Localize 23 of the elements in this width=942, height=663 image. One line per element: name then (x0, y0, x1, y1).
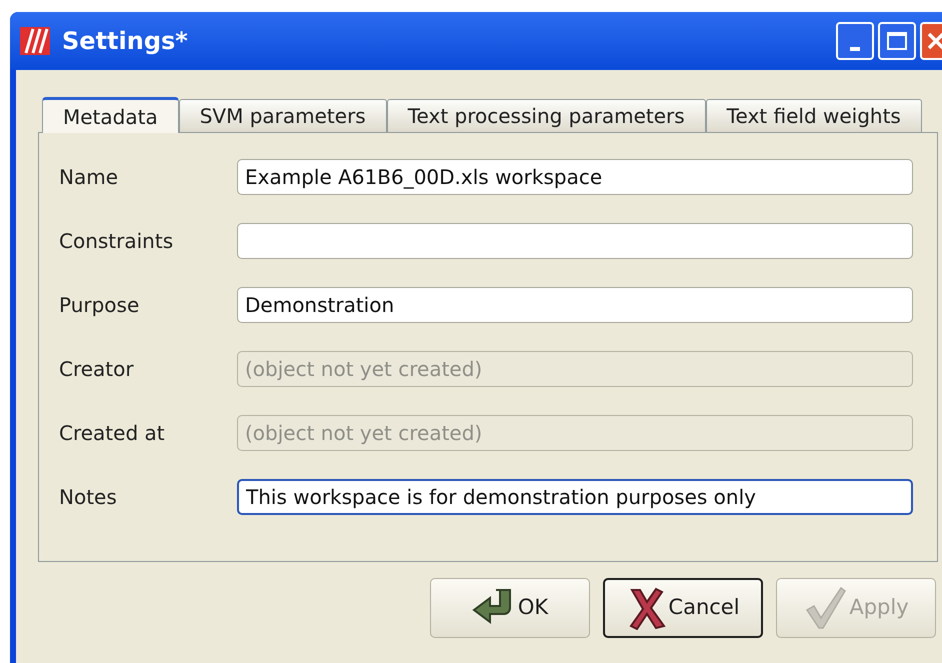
text-field[interactable]: Demonstration (237, 287, 913, 323)
minimize-button[interactable] (836, 22, 874, 60)
text-field[interactable]: This workspace is for demonstration purposes only (237, 479, 913, 515)
window-title: Settings* (62, 26, 188, 57)
text-field[interactable]: Example A61B6_00D.xls workspace (237, 159, 913, 195)
tab[interactable]: Text field weights (706, 99, 922, 132)
app-logo-icon (20, 27, 50, 55)
maximize-button[interactable] (878, 22, 916, 60)
field-label: Creator (59, 356, 135, 383)
field-label: Constraints (59, 228, 174, 255)
checkmark-icon (803, 586, 848, 630)
tab[interactable]: Text processing parameters (386, 99, 706, 132)
field-label: Purpose (59, 292, 140, 319)
tab[interactable]: Metadata (42, 97, 179, 133)
dialog-button[interactable]: OK (430, 578, 590, 638)
field-label: Name (59, 164, 120, 191)
close-button[interactable] (920, 22, 942, 60)
close-icon (927, 32, 942, 50)
field-label: Created at (59, 420, 166, 447)
text-field[interactable] (237, 223, 913, 259)
field-label: Notes (59, 484, 118, 511)
tab[interactable]: SVM parameters (178, 99, 387, 132)
dialog-button[interactable]: Cancel (603, 578, 763, 638)
